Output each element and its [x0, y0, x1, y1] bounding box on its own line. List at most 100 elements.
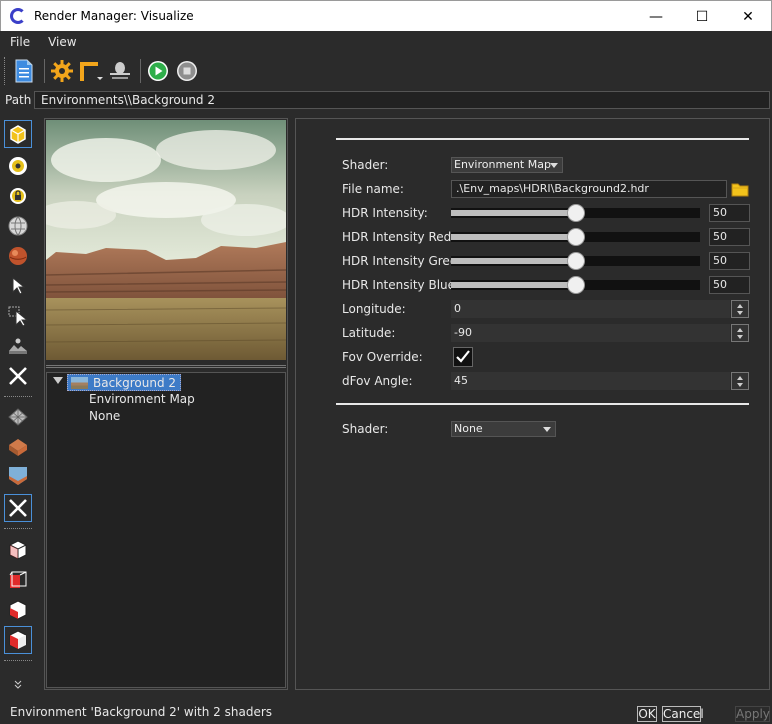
document-icon[interactable]: [11, 57, 37, 85]
slider-fill: [451, 258, 576, 264]
shader2-dropdown-value: None: [454, 422, 483, 435]
hdr-value-field[interactable]: 50: [709, 252, 750, 270]
menu-view[interactable]: View: [38, 35, 84, 49]
apply-button[interactable]: Apply: [735, 706, 770, 722]
play-icon[interactable]: [145, 57, 171, 85]
maximize-button[interactable]: ☐: [679, 1, 725, 32]
spin-down-icon[interactable]: [737, 335, 743, 339]
cube-split-icon[interactable]: [4, 596, 32, 624]
spin-up-icon[interactable]: [737, 376, 743, 380]
close-button[interactable]: ✕: [725, 1, 771, 32]
slider-knob[interactable]: [566, 276, 585, 294]
settings-gear-icon[interactable]: [49, 57, 75, 85]
window-title: Render Manager: Visualize: [34, 9, 194, 23]
background-scene-icon[interactable]: [4, 462, 32, 490]
camera-lens-icon[interactable]: [4, 152, 32, 180]
hdr-value-field[interactable]: 50: [709, 276, 750, 294]
tree-expand-arrow-icon[interactable]: [53, 377, 63, 384]
select-arrow-icon[interactable]: [4, 272, 32, 300]
hdr-slider-label: HDR Intensity Green:: [342, 254, 469, 268]
side-toolbar: [0, 116, 36, 698]
hdr-slider[interactable]: [451, 228, 700, 246]
delete-x-icon[interactable]: [4, 362, 32, 390]
toolbar-separator: [140, 59, 141, 83]
delete-x-icon[interactable]: [4, 494, 32, 522]
browse-folder-icon[interactable]: [730, 180, 750, 198]
spin-down-icon[interactable]: [737, 311, 743, 315]
slider-fill: [451, 210, 576, 216]
cancel-button[interactable]: Cancel: [662, 706, 704, 722]
stop-icon[interactable]: [174, 57, 200, 85]
slider-knob[interactable]: [566, 228, 585, 246]
toolbar-grip[interactable]: [4, 57, 7, 85]
toolbar-grip: [4, 396, 32, 398]
shader2-label: Shader:: [342, 422, 389, 436]
floor-tile-icon[interactable]: [4, 432, 32, 460]
shader-dropdown[interactable]: Environment Map: [451, 157, 563, 173]
slider-fill: [451, 282, 576, 288]
toolbar-grip: [4, 660, 32, 662]
longitude-field[interactable]: 0: [451, 300, 730, 318]
menu-file[interactable]: File: [0, 35, 38, 49]
ok-button[interactable]: OK: [637, 706, 657, 722]
status-text: Environment 'Background 2' with 2 shader…: [10, 705, 273, 719]
panel-splitter[interactable]: [46, 365, 286, 368]
environment-thumbnail-icon: [71, 376, 88, 389]
spin-up-icon[interactable]: [737, 304, 743, 308]
light-icon[interactable]: [107, 57, 133, 85]
select-region-icon[interactable]: [4, 302, 32, 330]
lock-icon[interactable]: [4, 182, 32, 210]
title-bar: Render Manager: Visualize — ☐ ✕: [0, 0, 772, 31]
dfov-angle-field[interactable]: 45: [451, 372, 730, 390]
hdr-value-field[interactable]: 50: [709, 204, 750, 222]
slider-knob[interactable]: [566, 252, 585, 270]
hdr-value-field[interactable]: 50: [709, 228, 750, 246]
fov-override-checkbox[interactable]: [453, 347, 473, 367]
longitude-spinner[interactable]: [731, 300, 749, 318]
environments-cube-icon[interactable]: [4, 120, 32, 148]
globe-icon[interactable]: [4, 212, 32, 240]
shader-tree: Background 2 Environment Map None: [46, 372, 286, 688]
hdr-slider-label: HDR Intensity Red:: [342, 230, 456, 244]
cube-outline-icon[interactable]: [4, 536, 32, 564]
shader2-dropdown[interactable]: None: [451, 421, 556, 437]
slider-knob[interactable]: [566, 204, 585, 222]
file-name-field[interactable]: .\Env_maps\HDRI\Background2.hdr: [451, 180, 727, 198]
path-label: Path: [5, 93, 32, 107]
fov-override-label: Fov Override:: [342, 350, 423, 364]
app-logo-icon: [10, 8, 26, 24]
spin-down-icon[interactable]: [737, 383, 743, 387]
spin-up-icon[interactable]: [737, 328, 743, 332]
hdr-slider[interactable]: [451, 204, 700, 222]
path-field[interactable]: Environments\\Background 2: [34, 91, 770, 109]
menu-bar: File View: [0, 31, 772, 53]
material-sphere-icon[interactable]: [4, 242, 32, 270]
tree-item-background[interactable]: Background 2: [67, 374, 182, 391]
section-divider: [336, 138, 749, 140]
dropdown-arrow-icon: [550, 163, 558, 168]
tree-item-none[interactable]: None: [89, 408, 120, 425]
file-name-label: File name:: [342, 182, 404, 196]
latitude-field[interactable]: -90: [451, 324, 730, 342]
hdr-slider[interactable]: [451, 276, 700, 294]
grid-plane-icon[interactable]: [4, 402, 32, 430]
cube-red-icon[interactable]: [4, 566, 32, 594]
section-divider: [336, 403, 749, 405]
hdr-slider-label: HDR Intensity:: [342, 206, 428, 220]
status-bar: Environment 'Background 2' with 2 shader…: [0, 702, 772, 724]
terrain-icon[interactable]: [4, 332, 32, 360]
toolbar-grip: [4, 528, 32, 530]
cube-red-face-icon[interactable]: [4, 626, 32, 654]
tree-item-label: Background 2: [93, 375, 177, 390]
hdr-slider[interactable]: [451, 252, 700, 270]
minimize-button[interactable]: —: [633, 1, 679, 32]
latitude-spinner[interactable]: [731, 324, 749, 342]
latitude-label: Latitude:: [342, 326, 396, 340]
tree-item-environment-map[interactable]: Environment Map: [89, 391, 195, 408]
longitude-label: Longitude:: [342, 302, 406, 316]
frame-icon[interactable]: [78, 57, 104, 85]
dfov-angle-spinner[interactable]: [731, 372, 749, 390]
chevron-down-icon[interactable]: [4, 676, 32, 692]
path-bar: Path Environments\\Background 2: [0, 90, 772, 110]
environment-preview-image: [46, 120, 286, 360]
